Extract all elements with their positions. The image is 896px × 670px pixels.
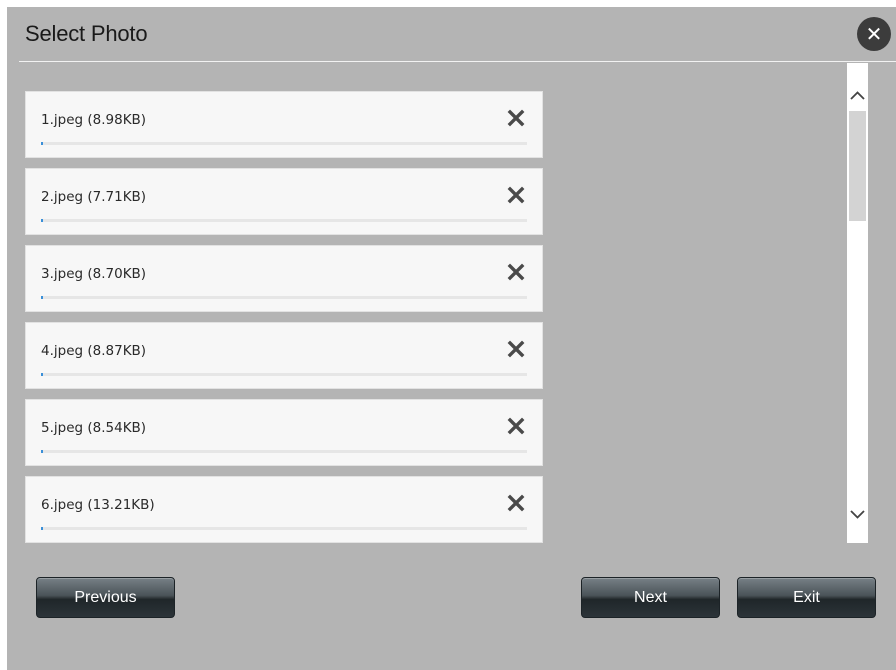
upload-progress-fill [41,296,43,299]
previous-button[interactable]: Previous [36,577,175,618]
upload-progress-bar [41,450,527,453]
upload-progress-fill [41,450,43,453]
file-list: 1.jpeg (8.98KB) 2.jpeg (7.71KB) 3.jpeg (… [25,91,543,543]
file-name: 2.jpeg (7.71KB) [41,189,147,205]
exit-button[interactable]: Exit [737,577,876,618]
upload-progress-fill [41,219,43,222]
chevron-down-icon[interactable] [847,503,868,525]
remove-file-icon[interactable] [505,338,527,360]
file-item: 2.jpeg (7.71KB) [25,168,543,235]
upload-progress-fill [41,373,43,376]
title-divider [19,61,896,62]
file-name: 4.jpeg (8.87KB) [41,343,147,359]
chevron-up-icon[interactable] [847,85,868,107]
vertical-scrollbar[interactable] [847,63,868,543]
select-photo-dialog: Select Photo ✕ 1.jpeg (8.98KB) 2.jpeg (7… [7,7,896,670]
upload-progress-bar [41,373,527,376]
file-name: 5.jpeg (8.54KB) [41,420,147,436]
close-dialog-button[interactable]: ✕ [857,17,891,51]
file-item: 3.jpeg (8.70KB) [25,245,543,312]
remove-file-icon[interactable] [505,492,527,514]
file-item: 1.jpeg (8.98KB) [25,91,543,158]
next-button[interactable]: Next [581,577,720,618]
upload-progress-bar [41,296,527,299]
file-item: 6.jpeg (13.21KB) [25,476,543,543]
file-item: 5.jpeg (8.54KB) [25,399,543,466]
remove-file-icon[interactable] [505,184,527,206]
remove-file-icon[interactable] [505,261,527,283]
upload-progress-fill [41,527,43,530]
remove-file-icon[interactable] [505,107,527,129]
file-name: 6.jpeg (13.21KB) [41,497,155,513]
upload-progress-fill [41,142,43,145]
dialog-title: Select Photo [25,21,148,46]
file-name: 3.jpeg (8.70KB) [41,266,147,282]
upload-progress-bar [41,527,527,530]
remove-file-icon[interactable] [505,415,527,437]
upload-progress-bar [41,142,527,145]
scrollbar-thumb[interactable] [849,111,866,221]
file-name: 1.jpeg (8.98KB) [41,112,147,128]
upload-progress-bar [41,219,527,222]
file-item: 4.jpeg (8.87KB) [25,322,543,389]
